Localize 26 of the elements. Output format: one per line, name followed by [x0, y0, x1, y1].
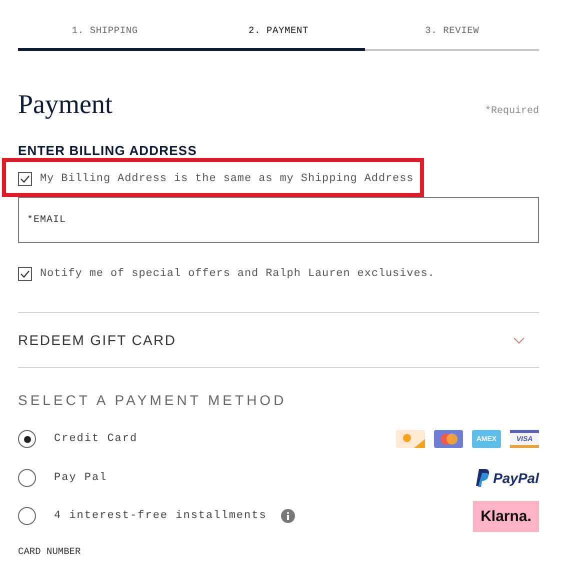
gift-card-toggle[interactable]: REDEEM GIFT CARD	[18, 313, 539, 367]
step-tab[interactable]: 3. REVIEW	[365, 25, 540, 38]
method-label: Pay Pal	[54, 472, 108, 484]
email-field[interactable]: *EMAIL	[18, 197, 539, 243]
paypal-logo: PayPal	[476, 468, 539, 487]
radio-button[interactable]	[18, 507, 36, 526]
chevron-icon	[513, 336, 525, 344]
method-label: 4 interest-free installments	[54, 510, 267, 522]
card-logo	[396, 430, 425, 448]
card-logo	[434, 430, 463, 448]
section-heading: ENTER BILLING ADDRESS	[18, 143, 198, 158]
checkbox[interactable]	[18, 172, 32, 186]
section-heading: SELECT A PAYMENT METHOD	[18, 392, 288, 408]
checkbox[interactable]	[18, 266, 32, 280]
required-note: *Required	[484, 106, 539, 117]
page-title: Payment	[18, 89, 112, 120]
checkbox-label: My Billing Address is the same as my Shipping Address	[40, 172, 414, 184]
info-icon[interactable]	[280, 509, 295, 524]
checkbox-label: Notify me of special offers and Ralph Lauren exclusives.	[40, 268, 435, 280]
field-label: CARD NUMBER	[18, 546, 82, 556]
step-tab[interactable]: 2. PAYMENT	[192, 25, 366, 38]
method-label: Credit Card	[54, 433, 138, 446]
radio-button[interactable]	[18, 468, 36, 487]
step-tab[interactable]: 1. SHIPPING	[18, 25, 192, 38]
radio-button[interactable]	[18, 430, 36, 448]
klarna-logo: Klarna.	[473, 500, 539, 532]
